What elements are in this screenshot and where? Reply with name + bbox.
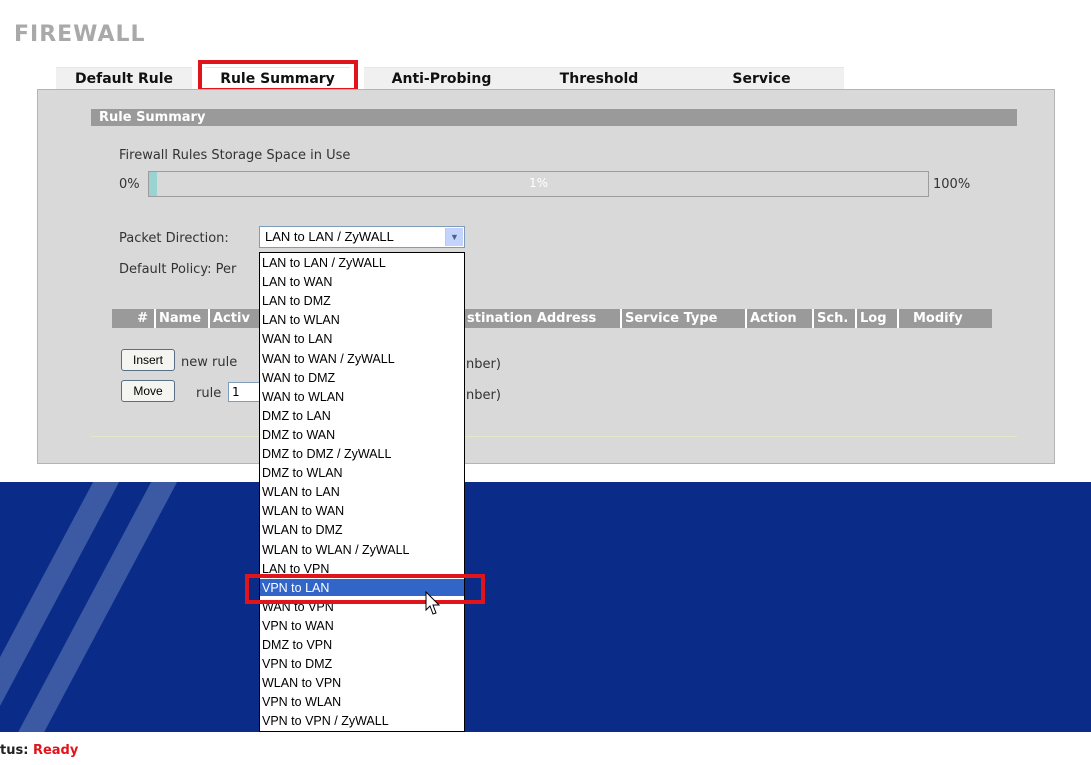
storage-min-label: 0% [119, 177, 140, 192]
rule-table-header: # Name Activ stination Address Service T… [112, 309, 992, 328]
dropdown-option[interactable]: WLAN to WAN [260, 502, 464, 520]
insert-rule-number-hint: nber) [466, 357, 501, 372]
dropdown-option[interactable]: VPN to WLAN [260, 693, 464, 711]
column-schedule: Sch. [812, 309, 855, 328]
insert-new-rule-text: new rule [181, 355, 238, 370]
dropdown-option[interactable]: WLAN to WLAN / ZyWALL [260, 541, 464, 559]
column-modify: Modify [897, 309, 992, 328]
dropdown-option[interactable]: VPN to DMZ [260, 655, 464, 673]
storage-progress-bar: 1% [148, 171, 929, 197]
column-action: Action [745, 309, 812, 328]
move-rule-number-hint: nber) [466, 388, 501, 403]
move-rule-text: rule [196, 386, 222, 401]
storage-max-label: 100% [933, 177, 971, 192]
tab-anti-probing[interactable]: Anti-Probing [364, 67, 519, 90]
dropdown-option[interactable]: WAN to LAN [260, 330, 464, 348]
storage-value-label: 1% [528, 176, 549, 190]
dropdown-option[interactable]: DMZ to VPN [260, 636, 464, 654]
column-log: Log [855, 309, 897, 328]
panel-divider [91, 436, 1017, 437]
dropdown-option[interactable]: DMZ to LAN [260, 407, 464, 425]
tab-default-rule[interactable]: Default Rule [56, 67, 192, 90]
dropdown-option[interactable]: VPN to VPN / ZyWALL [260, 712, 464, 730]
move-button[interactable]: Move [121, 380, 175, 402]
storage-label: Firewall Rules Storage Space in Use [119, 148, 351, 163]
dropdown-option[interactable]: VPN to WAN [260, 617, 464, 635]
section-header: Rule Summary [91, 109, 1017, 126]
banner-stripe [0, 482, 141, 732]
status-label: tus: [0, 743, 29, 758]
default-policy-label: Default Policy: Per [119, 262, 237, 277]
tab-threshold[interactable]: Threshold [519, 67, 679, 90]
dropdown-option[interactable]: DMZ to DMZ / ZyWALL [260, 445, 464, 463]
dropdown-option[interactable]: LAN to LAN / ZyWALL [260, 254, 464, 272]
background-banner [0, 482, 1091, 732]
column-name: Name [154, 309, 208, 328]
tab-bar: Default Rule Rule Summary Anti-Probing T… [56, 67, 844, 90]
status-bar: tus: Ready [0, 743, 78, 758]
dropdown-option[interactable]: WLAN to DMZ [260, 521, 464, 539]
dropdown-option[interactable]: LAN to DMZ [260, 292, 464, 310]
tab-service[interactable]: Service [679, 67, 844, 90]
packet-direction-selected-value: LAN to LAN / ZyWALL [265, 229, 394, 244]
dropdown-option[interactable]: WAN to DMZ [260, 369, 464, 387]
column-destination-address: stination Address [467, 311, 597, 326]
column-number: # [137, 311, 148, 326]
vpn-to-lan-highlight-box [245, 574, 485, 604]
packet-direction-select[interactable]: LAN to LAN / ZyWALL ▼ [259, 226, 465, 248]
insert-button[interactable]: Insert [121, 349, 175, 371]
dropdown-option[interactable]: WLAN to LAN [260, 483, 464, 501]
status-value: Ready [32, 743, 79, 758]
dropdown-option[interactable]: DMZ to WLAN [260, 464, 464, 482]
column-service-type: Service Type [620, 309, 745, 328]
tab-highlight-box [198, 60, 358, 92]
dropdown-option[interactable]: DMZ to WAN [260, 426, 464, 444]
mouse-pointer-icon [425, 591, 441, 615]
dropdown-option[interactable]: WLAN to VPN [260, 674, 464, 692]
dropdown-option[interactable]: WAN to WLAN [260, 388, 464, 406]
packet-direction-label: Packet Direction: [119, 231, 229, 246]
dropdown-option[interactable]: LAN to WLAN [260, 311, 464, 329]
chevron-down-icon[interactable]: ▼ [445, 228, 463, 246]
page-title: FIREWALL [14, 22, 146, 47]
dropdown-option[interactable]: WAN to WAN / ZyWALL [260, 350, 464, 368]
dropdown-option[interactable]: LAN to WAN [260, 273, 464, 291]
packet-direction-dropdown-list[interactable]: LAN to LAN / ZyWALL LAN to WAN LAN to DMZ L… [259, 252, 465, 732]
